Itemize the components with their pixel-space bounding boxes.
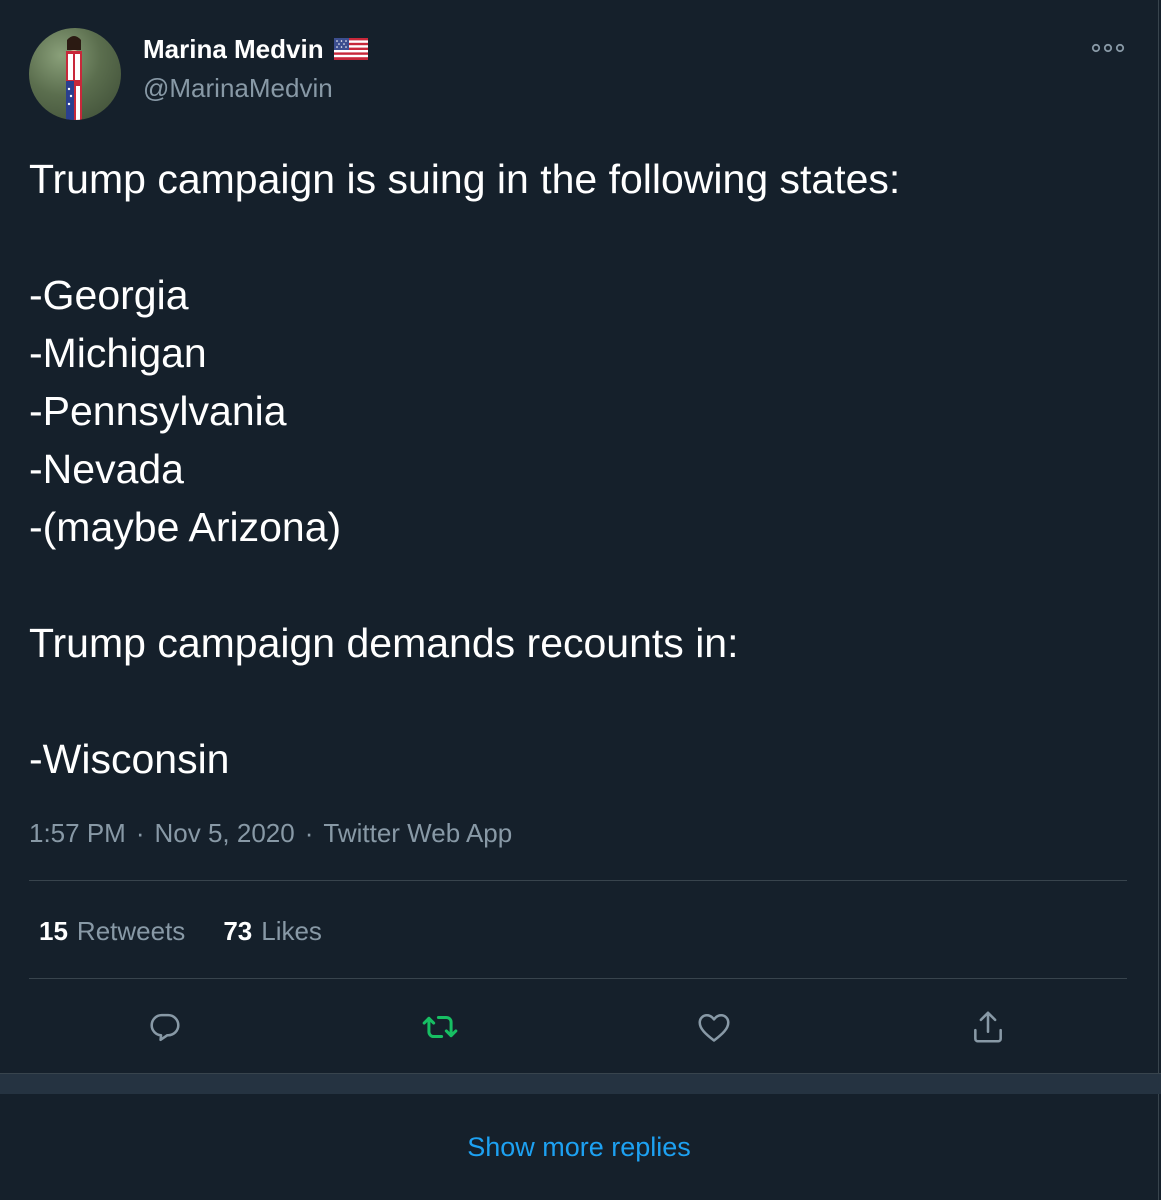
avatar[interactable] bbox=[29, 28, 121, 120]
likes-stat[interactable]: 73 Likes bbox=[223, 912, 322, 950]
share-button[interactable] bbox=[968, 1007, 1008, 1047]
share-icon bbox=[974, 1011, 1002, 1043]
author-name-row: Marina Medvin bbox=[143, 34, 368, 64]
tweet-meta: 1:57 PM · Nov 5, 2020 · Twitter Web App bbox=[29, 815, 512, 851]
reply-icon bbox=[150, 1013, 180, 1042]
meta-separator: · bbox=[135, 818, 145, 848]
tweet-text: Trump campaign is suing in the following… bbox=[29, 156, 901, 782]
likes-count: 73 bbox=[223, 916, 253, 946]
action-bar bbox=[0, 1007, 1158, 1047]
retweet-button[interactable] bbox=[420, 1007, 460, 1047]
heart-icon bbox=[698, 1014, 730, 1042]
divider bbox=[29, 978, 1127, 979]
tweet-source[interactable]: Twitter Web App bbox=[323, 815, 512, 851]
author-handle[interactable]: @MarinaMedvin bbox=[143, 73, 333, 103]
meta-separator: · bbox=[304, 818, 314, 848]
show-more-replies-row[interactable]: Show more replies bbox=[0, 1094, 1159, 1200]
tweet-card: Marina Medvin @MarinaMedvin Trump campai… bbox=[0, 0, 1159, 1073]
likes-label: Likes bbox=[261, 916, 322, 946]
section-gap bbox=[0, 1073, 1161, 1094]
avatar-figure-icon bbox=[66, 36, 82, 120]
reply-button[interactable] bbox=[145, 1007, 185, 1047]
tweet-time[interactable]: 1:57 PM bbox=[29, 815, 126, 851]
retweets-count: 15 bbox=[39, 916, 68, 946]
divider bbox=[29, 880, 1127, 881]
us-flag-icon bbox=[333, 38, 368, 60]
tweet-date[interactable]: Nov 5, 2020 bbox=[155, 815, 295, 851]
like-button[interactable] bbox=[694, 1007, 734, 1047]
retweet-icon bbox=[422, 1015, 458, 1039]
author-display-name[interactable]: Marina Medvin bbox=[143, 34, 324, 64]
retweets-stat[interactable]: 15 Retweets bbox=[39, 912, 185, 950]
retweets-label: Retweets bbox=[76, 916, 186, 946]
engagement-stats: 15 Retweets 73 Likes bbox=[39, 912, 322, 950]
show-more-replies-link[interactable]: Show more replies bbox=[467, 1132, 691, 1163]
more-options-icon[interactable] bbox=[1090, 38, 1126, 58]
